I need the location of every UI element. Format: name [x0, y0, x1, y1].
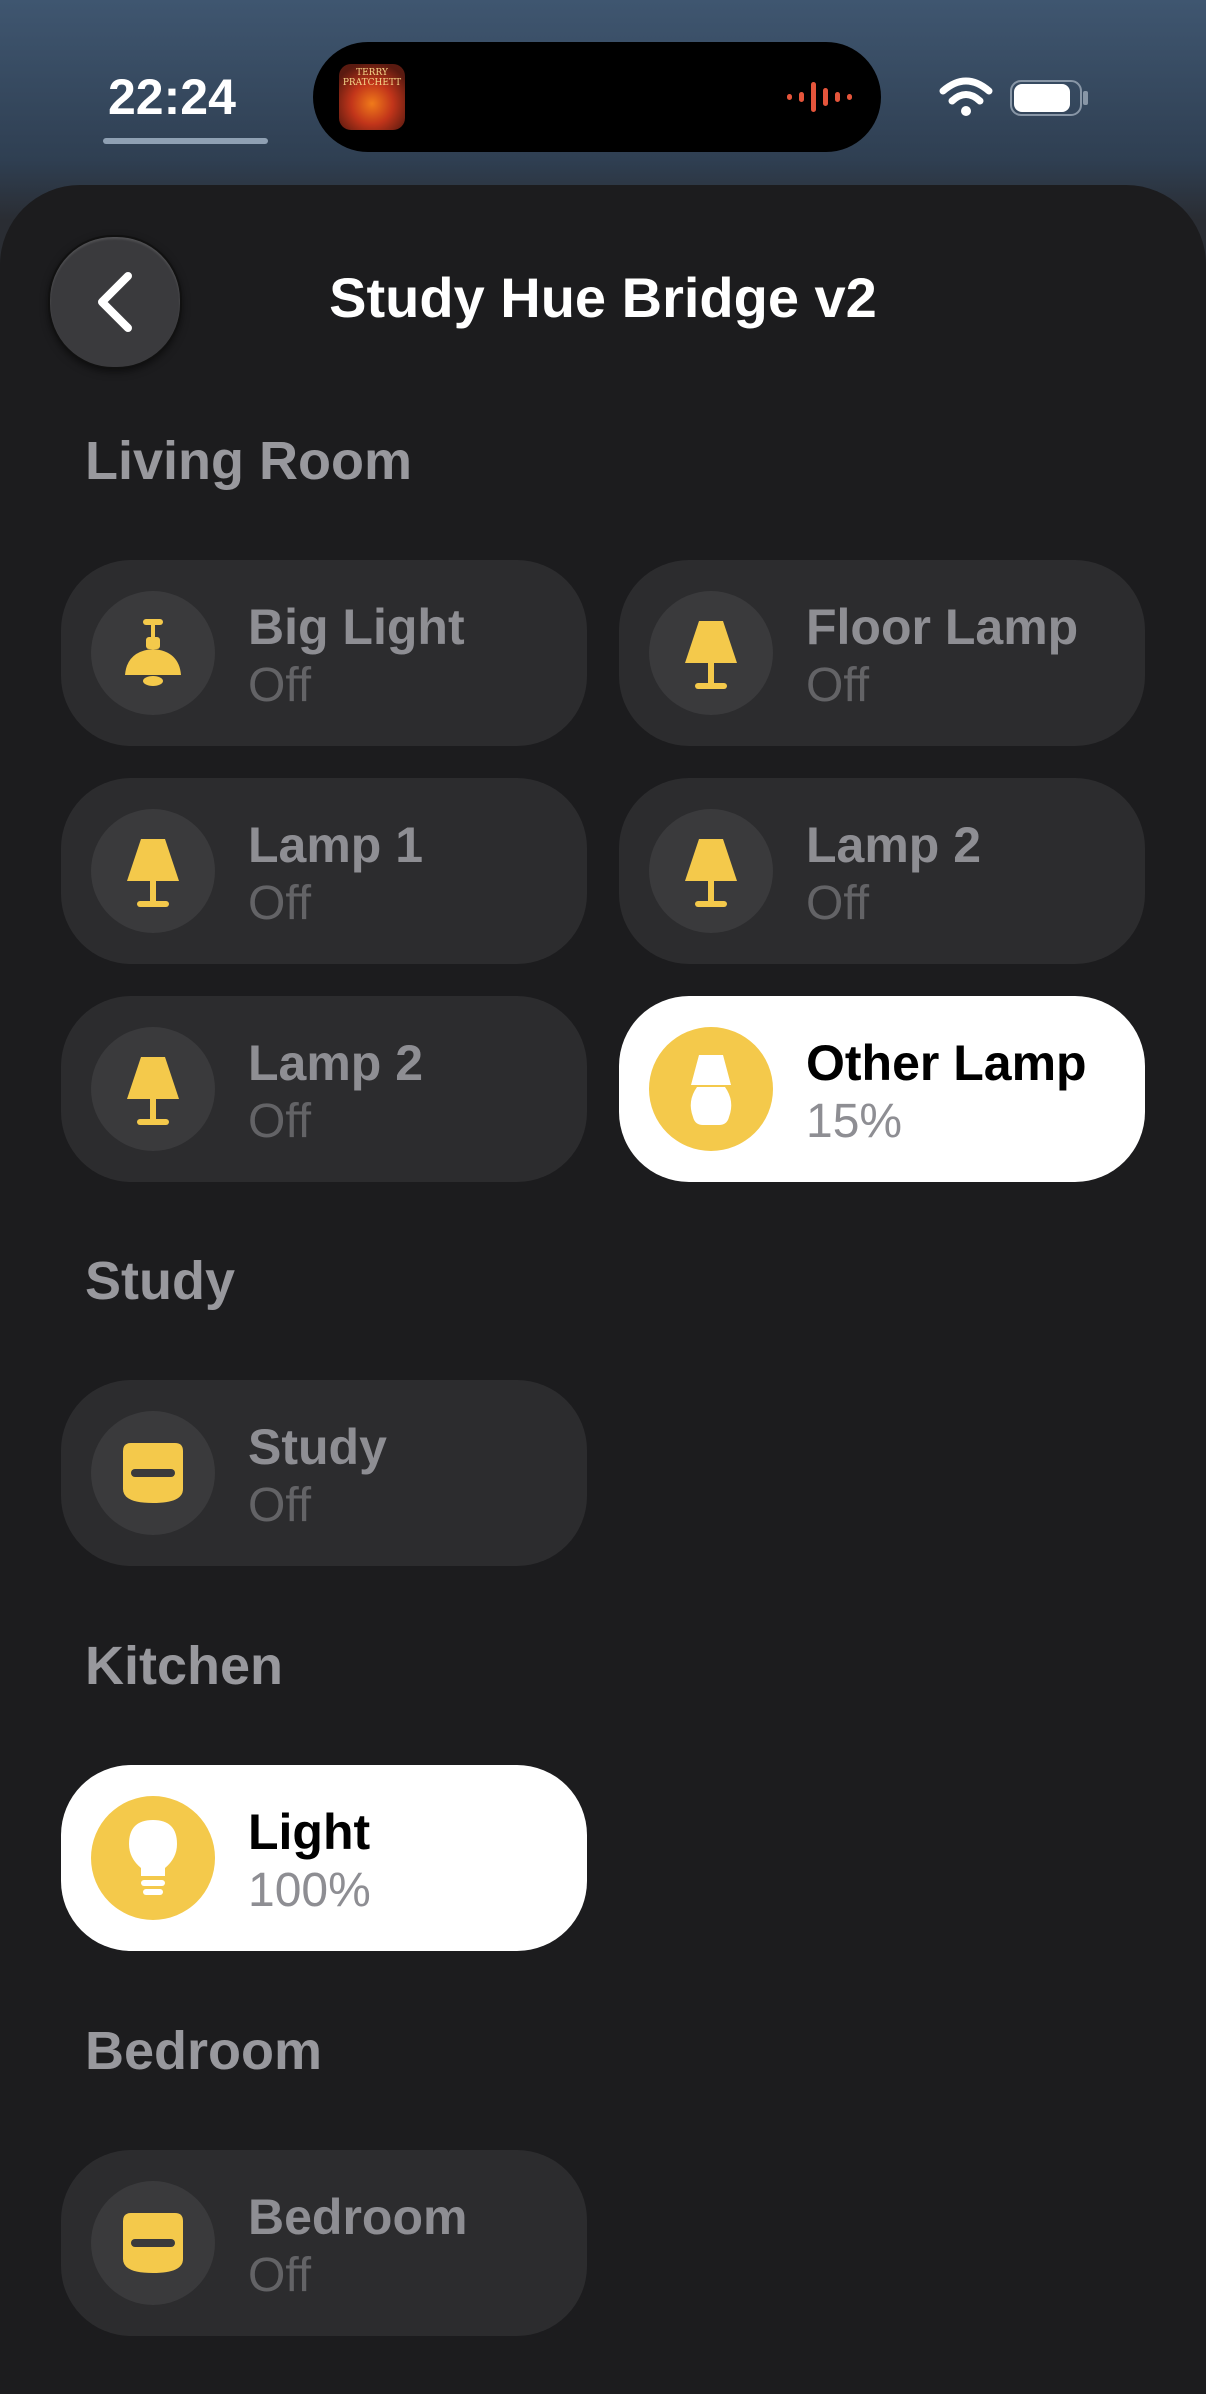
light-state: Off — [806, 659, 870, 712]
light-state: Off — [248, 877, 312, 930]
audio-waveform-icon — [787, 82, 852, 112]
battery-icon — [1010, 80, 1088, 116]
light-tile-floor-lamp[interactable]: Floor Lamp Off — [619, 560, 1145, 746]
light-icon-container — [91, 591, 215, 715]
light-icon-container — [91, 1027, 215, 1151]
status-bar: 22:24 TERRY PRATCHETT — [0, 0, 1206, 180]
light-tile-bedroom[interactable]: Bedroom Off — [61, 2150, 587, 2336]
light-state: Off — [248, 659, 312, 712]
table-lamp-icon — [685, 839, 737, 907]
light-state: 100% — [248, 1864, 371, 1917]
section-title-kitchen: Kitchen — [85, 1636, 284, 1696]
light-icon-container — [91, 1411, 215, 1535]
light-name: Study — [248, 1419, 387, 1475]
light-icon-container — [91, 2181, 215, 2305]
section-title-study: Study — [85, 1251, 236, 1311]
ceiling-spot-icon — [123, 1443, 183, 1503]
time-underline — [103, 138, 268, 144]
bulb-icon — [129, 1820, 177, 1895]
bedside-lamp-icon — [690, 1055, 732, 1125]
light-tile-other-lamp[interactable]: Other Lamp 15% — [619, 996, 1145, 1182]
wifi-icon — [939, 77, 993, 116]
light-icon-container — [649, 1027, 773, 1151]
light-state: 15% — [806, 1095, 903, 1148]
table-lamp-icon — [127, 839, 179, 907]
light-name: Light — [248, 1804, 371, 1860]
section-title-living-room: Living Room — [85, 431, 412, 491]
light-name: Big Light — [248, 599, 465, 655]
bridge-sheet: Study Hue Bridge v2 Living Room Big Ligh… — [0, 185, 1206, 2394]
album-art-text: TERRY PRATCHETT — [342, 68, 402, 88]
light-name: Bedroom — [248, 2189, 468, 2245]
light-tile-study[interactable]: Study Off — [61, 1380, 587, 1566]
page-title: Study Hue Bridge v2 — [329, 266, 877, 329]
light-tile-lamp-2[interactable]: Lamp 2 Off — [619, 778, 1145, 964]
light-tile-lamp-1[interactable]: Lamp 1 Off — [61, 778, 587, 964]
light-name: Floor Lamp — [806, 599, 1079, 655]
light-name: Other Lamp — [806, 1035, 1087, 1091]
section-title-bedroom: Bedroom — [85, 2021, 323, 2081]
light-icon-container — [91, 809, 215, 933]
ceiling-spot-icon — [123, 2213, 183, 2273]
light-state: Off — [248, 1095, 312, 1148]
light-state: Off — [248, 1479, 312, 1532]
dynamic-island[interactable]: TERRY PRATCHETT — [313, 42, 881, 152]
light-icon-container — [91, 1796, 215, 1920]
light-state: Off — [248, 2249, 312, 2302]
light-icon-container — [649, 809, 773, 933]
light-name: Lamp 2 — [806, 817, 982, 873]
table-lamp-icon — [127, 1057, 179, 1125]
table-lamp-icon — [685, 621, 737, 689]
light-icon-container — [649, 591, 773, 715]
light-name: Lamp 2 — [248, 1035, 424, 1091]
status-time: 22:24 — [108, 69, 236, 125]
light-tile-big-light[interactable]: Big Light Off — [61, 560, 587, 746]
light-tile-light[interactable]: Light 100% — [61, 1765, 587, 1951]
light-tile-lamp-2-second[interactable]: Lamp 2 Off — [61, 996, 587, 1182]
album-art[interactable]: TERRY PRATCHETT — [339, 64, 405, 130]
light-state: Off — [806, 877, 870, 930]
pendant-lamp-icon — [125, 619, 181, 686]
light-name: Lamp 1 — [248, 817, 424, 873]
